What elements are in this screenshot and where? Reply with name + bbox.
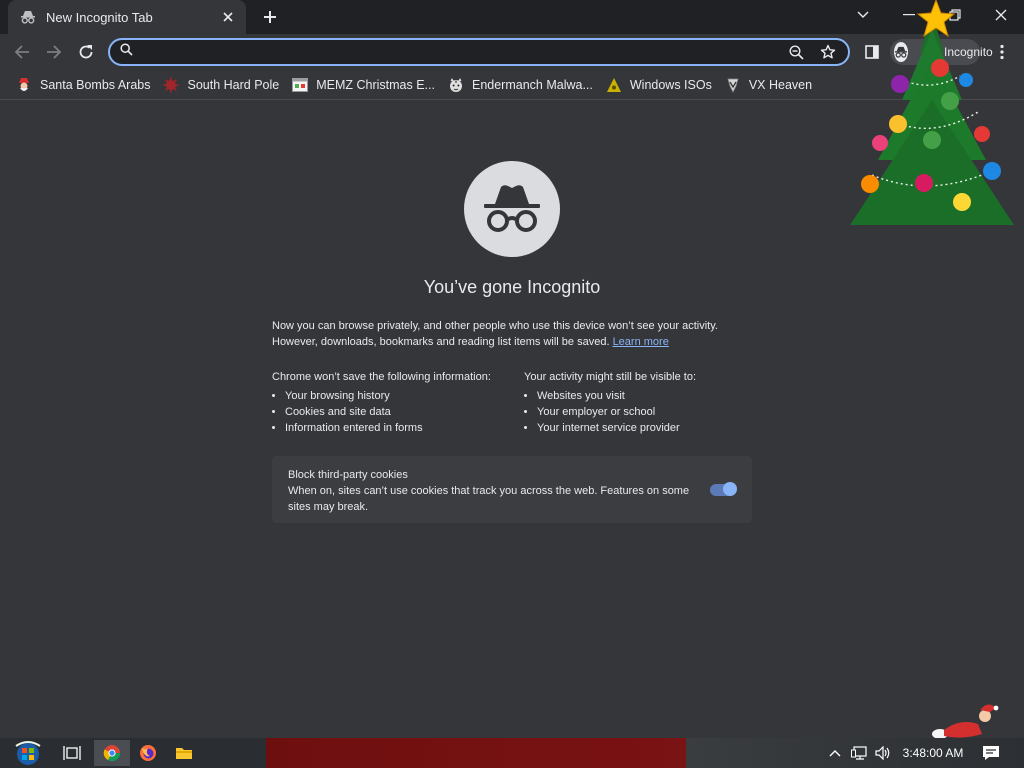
block-cookies-toggle[interactable] — [710, 482, 737, 496]
list-item: Your browsing history — [285, 388, 512, 404]
zoom-out-icon[interactable] — [786, 42, 806, 62]
address-bar[interactable] — [108, 38, 850, 66]
not-saved-section: Chrome won’t save the following informat… — [272, 369, 512, 436]
incognito-hero-icon — [464, 161, 560, 257]
bookmark-vx-heaven[interactable]: VX Heaven — [723, 73, 819, 97]
file-explorer-icon[interactable] — [166, 740, 202, 766]
not-saved-title: Chrome won’t save the following informat… — [272, 371, 491, 383]
santa-sprite-icon — [932, 704, 999, 739]
christmas-tree-icon — [850, 0, 1014, 225]
chrome-taskbar-icon[interactable] — [94, 740, 130, 766]
firefox-taskbar-icon[interactable] — [130, 740, 166, 766]
iso-icon — [606, 77, 622, 93]
cookies-description: When on, sites can’t use cookies that tr… — [288, 485, 690, 513]
address-input[interactable] — [141, 44, 774, 60]
list-item: Websites you visit — [537, 388, 754, 404]
tab-new-incognito[interactable]: New Incognito Tab — [8, 0, 246, 34]
taskbar-clock[interactable]: 3:48:00 AM — [898, 738, 968, 768]
bookmark-star-icon[interactable] — [818, 42, 838, 62]
forward-arrow-icon[interactable] — [42, 40, 66, 64]
bookmark-memz-christmas[interactable]: MEMZ Christmas E... — [290, 73, 442, 97]
list-item: Information entered in forms — [285, 420, 512, 436]
new-tab-button[interactable] — [260, 7, 280, 27]
tab-title: New Incognito Tab — [46, 9, 153, 25]
show-hidden-icons-chevron-icon[interactable] — [824, 740, 846, 766]
santa-icon — [16, 77, 32, 93]
start-button[interactable] — [8, 740, 48, 766]
cookies-title: Block third-party cookies — [288, 469, 408, 481]
bookmark-santa-bombs-arabs[interactable]: Santa Bombs Arabs — [14, 73, 157, 97]
third-party-cookies-card: Block third-party cookies When on, sites… — [272, 456, 752, 523]
reload-icon[interactable] — [74, 40, 98, 64]
list-item: Cookies and site data — [285, 404, 512, 420]
memz-icon — [292, 77, 309, 93]
still-visible-title: Your activity might still be visible to: — [524, 371, 696, 383]
windows-taskbar: 3:48:00 AM — [0, 738, 1024, 768]
vx-icon — [725, 77, 741, 93]
volume-icon[interactable] — [872, 740, 894, 766]
virus-icon — [163, 77, 179, 93]
task-view-icon[interactable] — [54, 740, 90, 766]
list-item: Your employer or school — [537, 404, 754, 420]
tiger-icon — [448, 77, 464, 93]
page-title: You’ve gone Incognito — [423, 277, 601, 297]
not-saved-list: Your browsing history Cookies and site d… — [272, 388, 512, 436]
learn-more-link[interactable]: Learn more — [613, 336, 669, 348]
toggle-knob — [723, 482, 737, 496]
network-icon[interactable] — [848, 740, 870, 766]
action-center-icon[interactable] — [974, 740, 1008, 766]
bookmark-endermanch-malware[interactable]: Endermanch Malwa... — [446, 73, 600, 97]
still-visible-list: Websites you visit Your employer or scho… — [524, 388, 754, 436]
intro-paragraph: Now you can browse privately, and other … — [272, 320, 718, 348]
still-visible-section: Your activity might still be visible to:… — [524, 369, 754, 436]
back-arrow-icon[interactable] — [10, 40, 34, 64]
list-item: Your internet service provider — [537, 420, 754, 436]
search-icon — [120, 43, 133, 61]
bookmark-windows-isos[interactable]: Windows ISOs — [604, 73, 719, 97]
incognito-icon — [20, 9, 36, 25]
bookmark-south-hard-pole[interactable]: South Hard Pole — [161, 73, 286, 97]
close-tab-icon[interactable] — [220, 9, 236, 25]
